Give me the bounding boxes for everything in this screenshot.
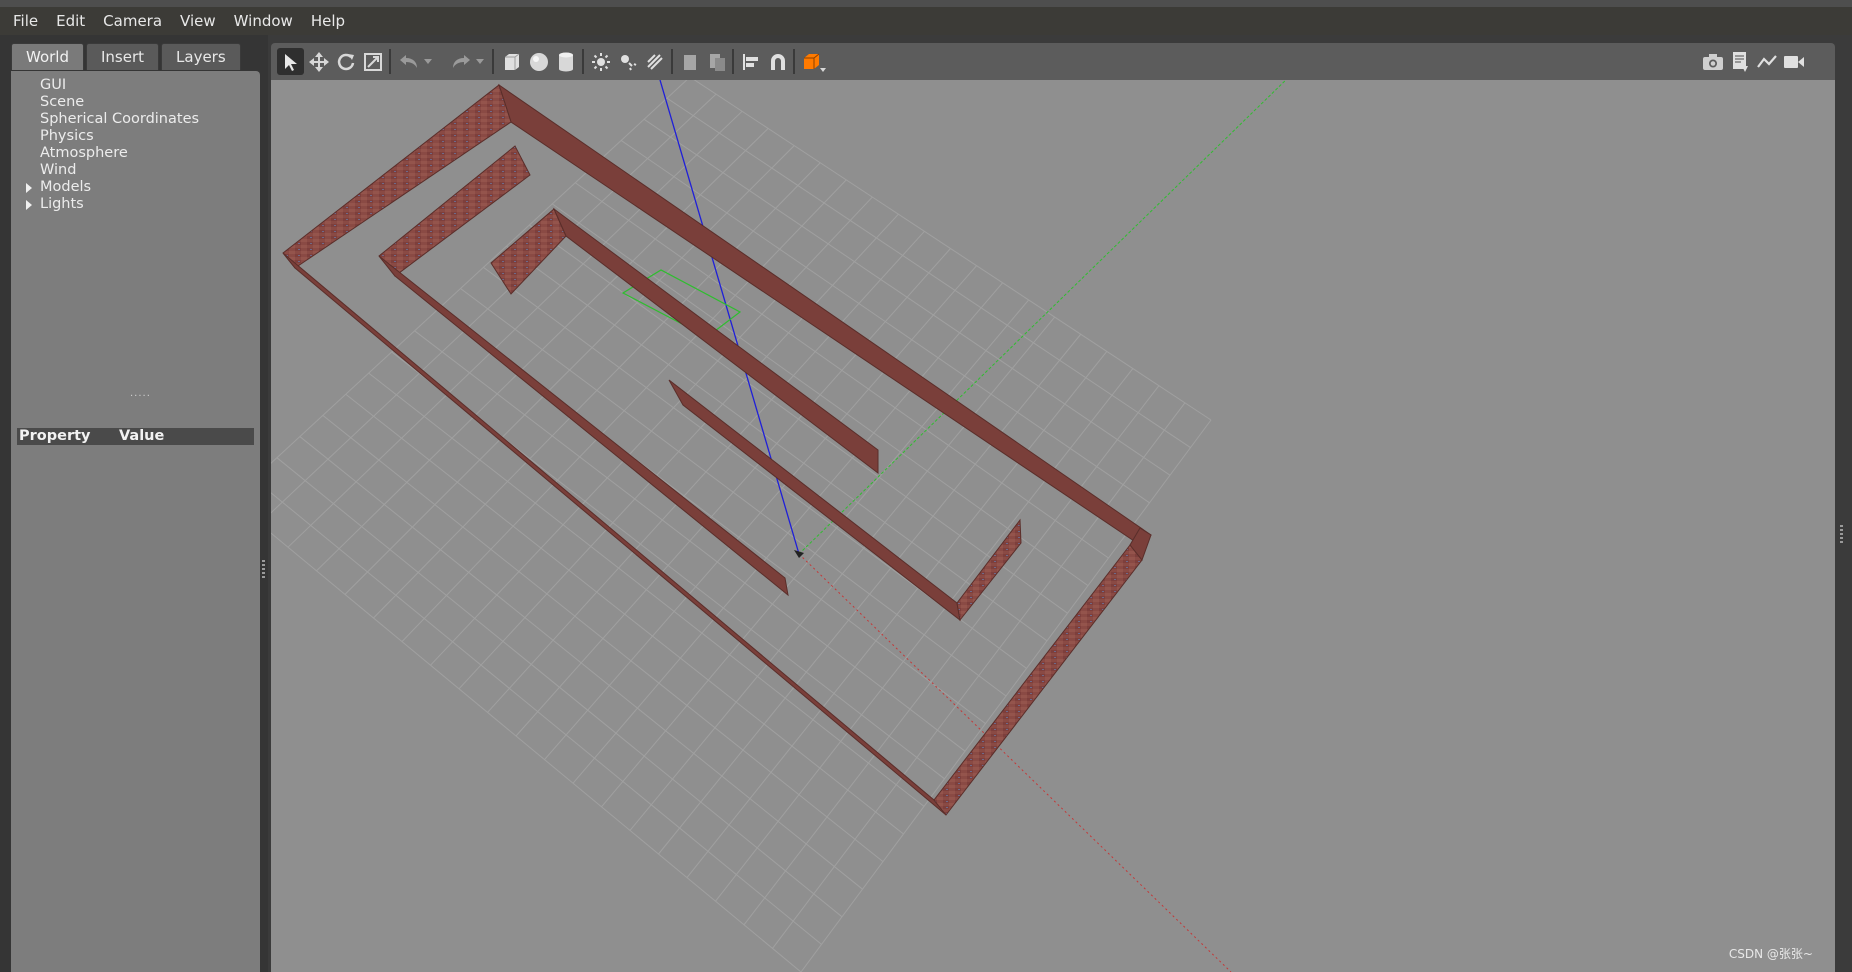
outer-wall-top	[498, 83, 1152, 546]
menu-bar: File Edit Camera View Window Help	[0, 7, 1852, 35]
toolbar-separator	[732, 49, 734, 74]
toolbar-separator	[671, 49, 673, 74]
world-tree: GUI Scene Spherical Coordinates Physics …	[11, 77, 260, 213]
redo-icon[interactable]	[447, 48, 474, 75]
panel-tabs: World Insert Layers	[11, 43, 243, 70]
align-icon[interactable]	[737, 48, 764, 75]
screenshot-icon[interactable]	[1699, 48, 1726, 75]
grid-line	[276, 457, 843, 918]
menu-help[interactable]: Help	[302, 12, 354, 30]
tree-item-atmosphere[interactable]: Atmosphere	[11, 145, 260, 162]
tree-item-label: Wind	[40, 162, 77, 178]
property-table-header: Property Value	[17, 428, 254, 445]
tree-item-wind[interactable]: Wind	[11, 162, 260, 179]
toolbar-separator	[389, 49, 391, 74]
grid-line	[271, 93, 717, 514]
x-axis-line	[798, 553, 1232, 972]
menu-camera[interactable]: Camera	[94, 12, 171, 30]
sphere-shape-icon[interactable]	[525, 48, 552, 75]
menu-view[interactable]: View	[171, 12, 225, 30]
tree-item-gui[interactable]: GUI	[11, 77, 260, 94]
log-data-icon[interactable]	[1726, 48, 1753, 75]
tree-item-label: Scene	[40, 94, 85, 110]
tab-world[interactable]: World	[11, 43, 84, 70]
tree-item-label: Physics	[40, 128, 94, 144]
scene-toolbar	[271, 43, 1835, 80]
model-origin-marker	[794, 550, 804, 558]
ground-grid	[271, 80, 1212, 972]
window-title-strip	[0, 0, 1852, 7]
tree-item-label: Lights	[40, 196, 84, 212]
tree-item-label: Models	[40, 179, 92, 195]
left-panel-resize-handle[interactable]	[262, 560, 265, 578]
redo-dropdown-icon[interactable]	[473, 48, 487, 75]
select-mode-icon[interactable]	[277, 48, 304, 75]
point-light-icon[interactable]	[587, 48, 614, 75]
tree-item-label: Spherical Coordinates	[40, 111, 200, 127]
tab-insert[interactable]: Insert	[86, 43, 160, 70]
scale-mode-icon[interactable]	[359, 48, 386, 75]
y-axis-line	[798, 80, 1287, 555]
scene-viewport[interactable]: CSDN @张张~	[271, 80, 1835, 972]
tab-layers[interactable]: Layers	[161, 43, 241, 70]
panel-splitter-handle[interactable]: .....	[130, 388, 151, 399]
undo-icon[interactable]	[395, 48, 422, 75]
scene-render[interactable]	[271, 80, 1835, 972]
toolbar-separator	[492, 49, 494, 74]
plot-icon[interactable]	[1753, 48, 1780, 75]
right-panel-resize-handle[interactable]	[1840, 525, 1843, 543]
menu-file[interactable]: File	[4, 12, 47, 30]
snap-icon[interactable]	[764, 48, 791, 75]
menu-edit[interactable]: Edit	[47, 12, 94, 30]
grid-line	[271, 532, 802, 972]
paste-icon[interactable]	[703, 48, 730, 75]
expand-arrow-icon[interactable]	[26, 183, 32, 193]
box-shape-icon[interactable]	[498, 48, 525, 75]
menu-window[interactable]: Window	[225, 12, 302, 30]
copy-icon[interactable]	[676, 48, 703, 75]
tree-item-models[interactable]: Models	[11, 179, 260, 196]
directional-light-icon[interactable]	[641, 48, 668, 75]
grid-line	[800, 419, 1212, 972]
world-panel: GUI Scene Spherical Coordinates Physics …	[11, 71, 260, 972]
rotate-mode-icon[interactable]	[332, 48, 359, 75]
inner-wall-right-stub	[956, 518, 1022, 622]
left-panel: World Insert Layers GUI Scene Spherical …	[0, 35, 268, 972]
toolbar-separator	[582, 49, 584, 74]
video-record-icon[interactable]	[1780, 48, 1807, 75]
view-angle-icon[interactable]	[798, 48, 830, 75]
tree-item-physics[interactable]: Physics	[11, 128, 260, 145]
property-column-header: Property	[19, 428, 91, 444]
expand-arrow-icon[interactable]	[26, 200, 32, 210]
undo-dropdown-icon[interactable]	[421, 48, 435, 75]
cylinder-shape-icon[interactable]	[552, 48, 579, 75]
grid-line	[772, 402, 1186, 949]
tree-item-spherical-coordinates[interactable]: Spherical Coordinates	[11, 111, 260, 128]
tree-item-label: GUI	[40, 77, 67, 93]
tree-item-lights[interactable]: Lights	[11, 196, 260, 213]
outer-wall-right	[933, 544, 1143, 816]
translate-mode-icon[interactable]	[305, 48, 332, 75]
tree-item-scene[interactable]: Scene	[11, 94, 260, 111]
grid-line	[743, 385, 1160, 926]
watermark: CSDN @张张~	[1728, 947, 1813, 961]
spot-light-icon[interactable]	[614, 48, 641, 75]
tree-item-label: Atmosphere	[40, 145, 128, 161]
value-column-header: Value	[119, 428, 165, 444]
toolbar-separator	[793, 49, 795, 74]
maze-walls	[282, 83, 1152, 816]
